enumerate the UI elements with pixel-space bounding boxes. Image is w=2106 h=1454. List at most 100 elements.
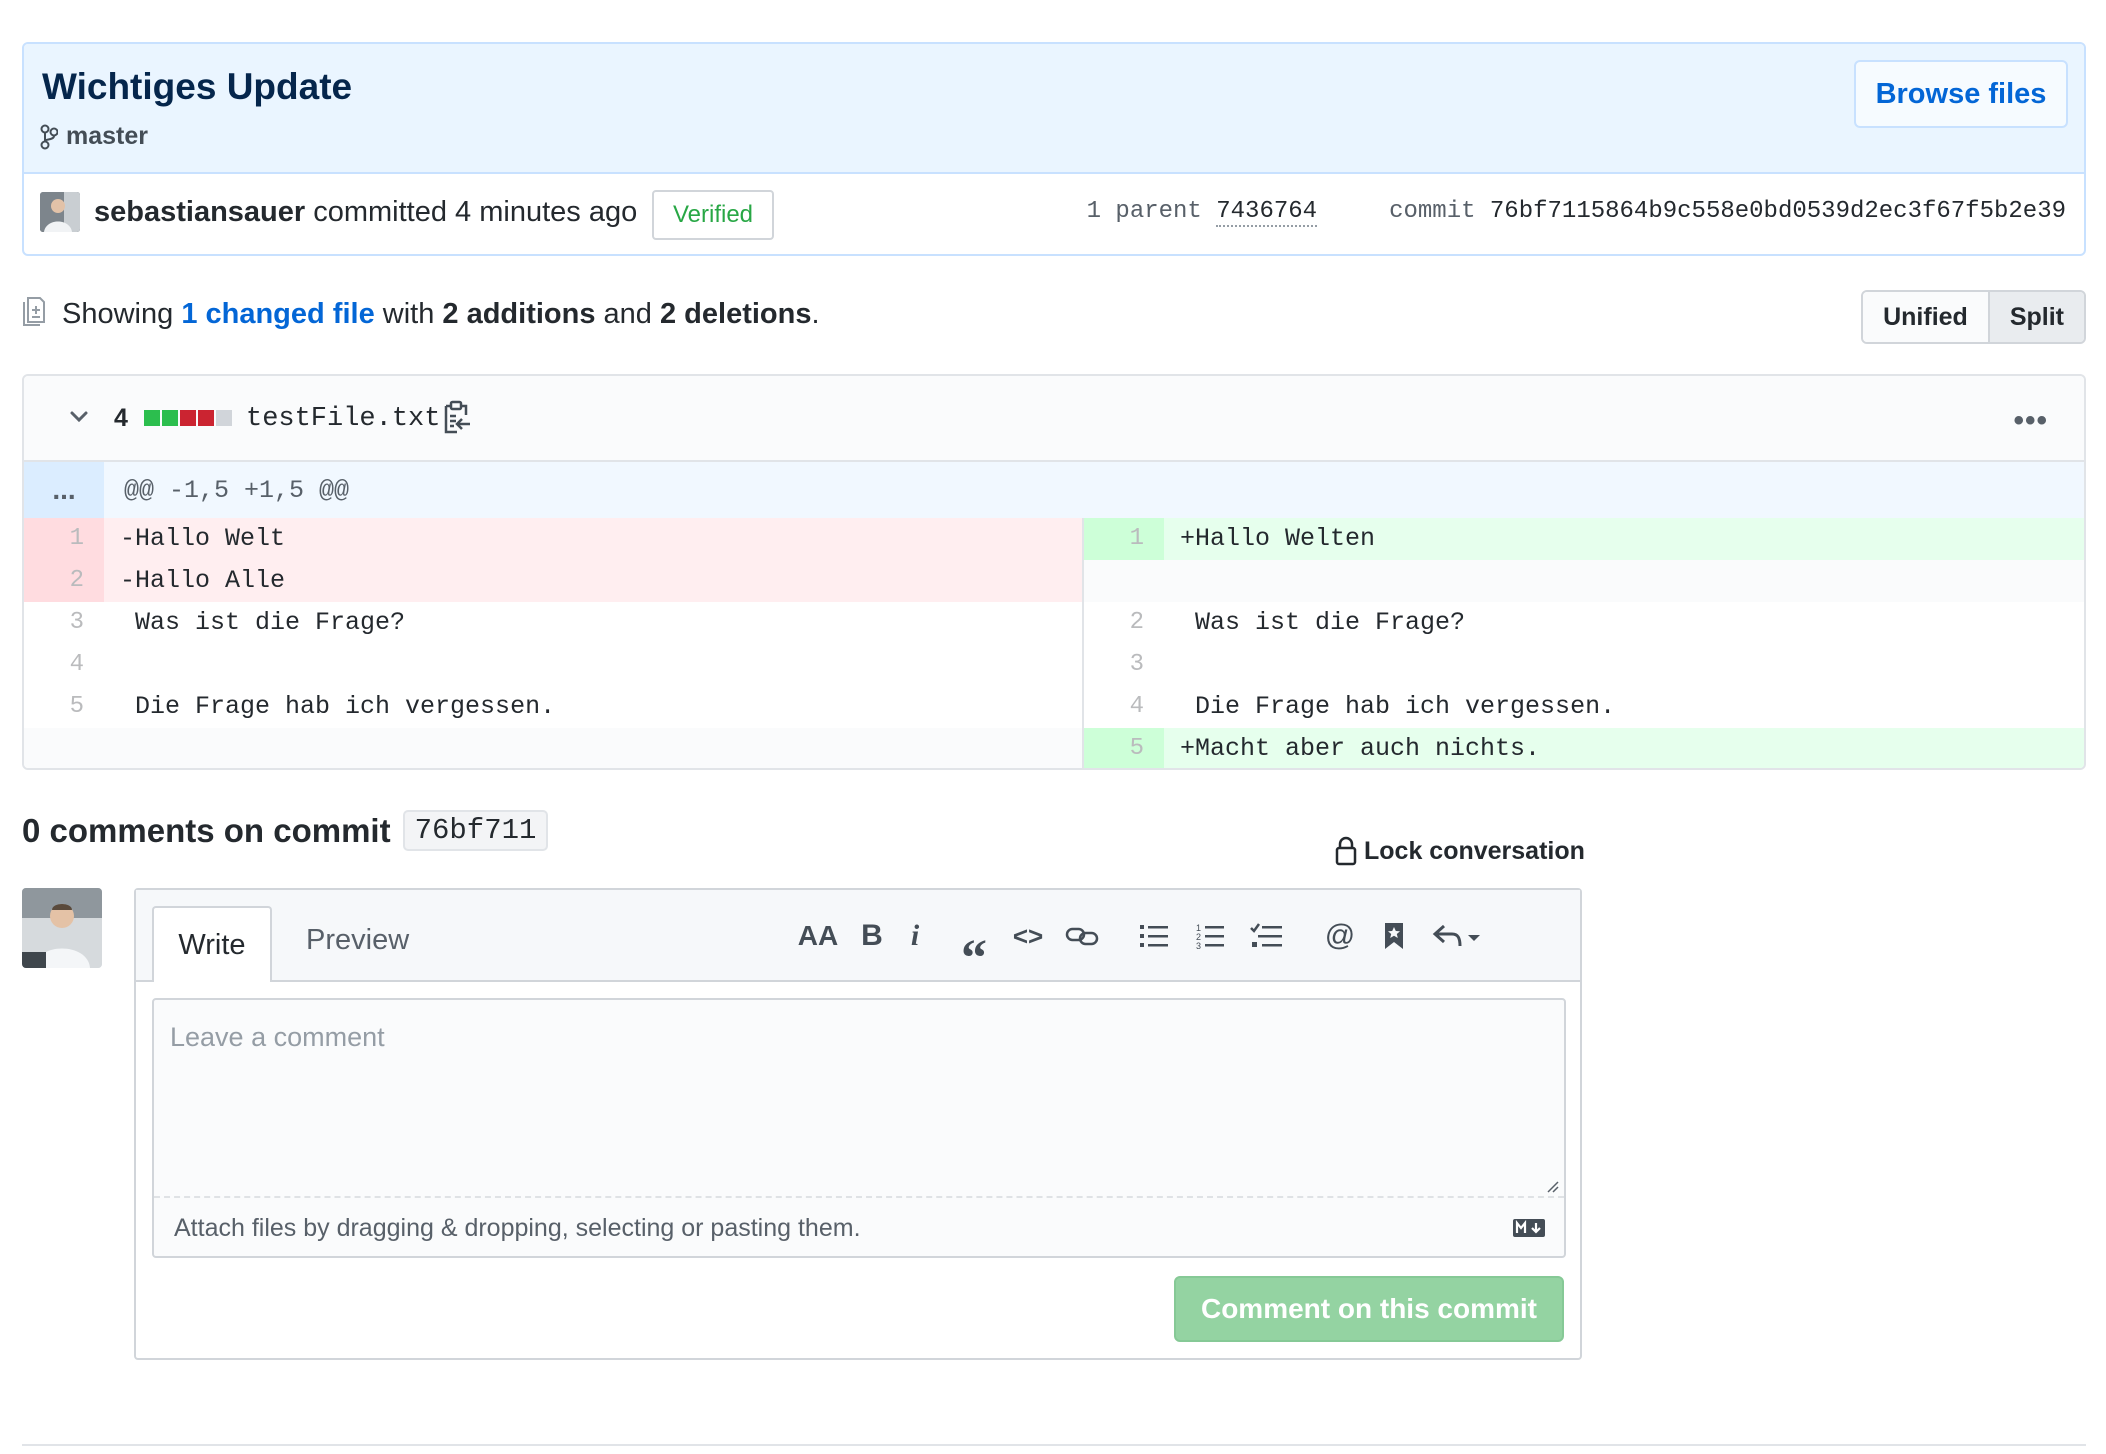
hunk-range: @@ -1,5 +1,5 @@: [124, 476, 350, 505]
author-line: sebastiansauer committed 4 minutes ago: [94, 196, 637, 229]
commit-label: commit: [1389, 198, 1476, 225]
diffstat-block: [180, 410, 196, 426]
left-code-line: -Hallo Alle: [104, 560, 1024, 602]
tab-write[interactable]: Write: [152, 906, 272, 982]
author-name[interactable]: sebastiansauer: [94, 196, 305, 228]
mention-icon[interactable]: @: [1320, 918, 1360, 954]
branch-label[interactable]: master: [40, 122, 148, 151]
comment-on-commit-button[interactable]: Comment on this commit: [1174, 1276, 1564, 1342]
comment-editor: Write Preview AA B i “ <> 123 @ Leave a …: [134, 888, 1582, 1360]
verified-badge[interactable]: Verified: [652, 190, 774, 240]
left-line-number[interactable]: [24, 728, 104, 768]
hunk-header: ... @@ -1,5 +1,5 @@: [24, 462, 2084, 518]
tab-preview[interactable]: Preview: [306, 924, 409, 957]
additions-count: 2 additions: [442, 298, 596, 330]
comment-textarea[interactable]: Leave a comment Attach files by dragging…: [152, 998, 1566, 1258]
right-line-number[interactable]: 5: [1084, 728, 1164, 768]
diffstat-count: 4: [114, 404, 128, 432]
split-gutter: [1024, 728, 1084, 768]
section-divider: [22, 1444, 2086, 1446]
copy-path-icon[interactable]: [442, 400, 472, 441]
left-code-line: Was ist die Frage?: [120, 608, 406, 637]
lock-icon: [1335, 836, 1357, 866]
browse-files-button[interactable]: Browse files: [1854, 60, 2068, 128]
split-gutter: [1024, 518, 1084, 560]
file-diff-icon: [22, 296, 46, 331]
diff-row: 1 -Hallo Welt 1 +Hallo Welten: [24, 518, 2084, 560]
commit-time: committed 4 minutes ago: [313, 196, 638, 228]
split-gutter: [1024, 686, 1084, 728]
markdown-icon[interactable]: [1512, 1218, 1546, 1243]
link-icon[interactable]: [1062, 918, 1102, 954]
split-gutter: [1024, 644, 1084, 686]
diff-row: 5 +Macht aber auch nichts.: [24, 728, 2084, 768]
split-gutter: [1024, 560, 1084, 602]
reply-dropdown-icon[interactable]: [1430, 918, 1486, 954]
right-line-number[interactable]: 1: [1084, 518, 1164, 560]
summary-period: .: [811, 298, 820, 330]
code-icon[interactable]: <>: [1008, 918, 1048, 954]
diff-summary: Showing 1 changed file with 2 additions …: [62, 298, 820, 331]
expand-hunk-button[interactable]: ...: [24, 462, 104, 518]
left-code-line: Die Frage hab ich vergessen.: [120, 692, 556, 721]
branch-icon: [40, 124, 58, 149]
numbered-list-icon[interactable]: 123: [1192, 918, 1228, 954]
branch-name: master: [66, 122, 148, 150]
diffstat-bar: [144, 410, 232, 426]
diff-file: 4 testFile.txt ••• ... @@ -1,5 +1,5 @@ 1…: [22, 374, 2086, 770]
right-line-number[interactable]: [1084, 560, 1164, 602]
task-list-icon[interactable]: [1246, 918, 1286, 954]
diffstat-block: [216, 410, 232, 426]
left-line-number[interactable]: 2: [24, 560, 104, 602]
right-code-line: [1164, 560, 2084, 602]
right-code-line: Was ist die Frage?: [1180, 608, 1466, 637]
summary-showing: Showing: [62, 298, 174, 330]
left-code-line: [104, 644, 1024, 686]
commit-box: Wichtiges Update master Browse files seb…: [22, 42, 2086, 256]
resize-handle-icon[interactable]: [1544, 1178, 1560, 1194]
comment-placeholder: Leave a comment: [170, 1022, 385, 1052]
parent-label: 1 parent: [1086, 198, 1202, 225]
left-line-number[interactable]: 5: [24, 686, 104, 728]
parent-sha-link[interactable]: 7436764: [1216, 198, 1318, 227]
split-view-button[interactable]: Split: [1987, 292, 2084, 342]
right-line-number[interactable]: 4: [1084, 686, 1164, 728]
left-line-number[interactable]: 4: [24, 644, 104, 686]
left-line-number[interactable]: 3: [24, 602, 104, 644]
author-avatar[interactable]: [40, 192, 80, 232]
commit-sha: 76bf7115864b9c558e0bd0539d2ec3f67f5b2e39: [1489, 198, 2066, 225]
current-user-avatar[interactable]: [22, 888, 102, 968]
lock-conversation-button[interactable]: Lock conversation: [1334, 836, 1585, 866]
summary-with: with: [382, 298, 435, 330]
left-code-line: [104, 728, 1024, 768]
diff-row: 2 -Hallo Alle: [24, 560, 2084, 602]
bold-icon[interactable]: B: [854, 918, 890, 954]
summary-and: and: [603, 298, 652, 330]
left-code-line: -Hallo Welt: [104, 518, 1024, 560]
commit-header: Wichtiges Update master Browse files: [24, 44, 2084, 174]
diffstat-block: [198, 410, 214, 426]
diff-row: 3 Was ist die Frage? 2 Was ist die Frage?: [24, 602, 2084, 644]
italic-icon[interactable]: i: [900, 918, 930, 954]
commit-meta: sebastiansauer committed 4 minutes ago V…: [24, 174, 2084, 254]
saved-reply-bookmark-icon[interactable]: [1376, 918, 1412, 954]
right-code-line: [1164, 644, 2084, 686]
right-line-number[interactable]: 3: [1084, 644, 1164, 686]
unified-view-button[interactable]: Unified: [1863, 292, 1988, 342]
chevron-down-icon[interactable]: [64, 402, 94, 437]
diffstat-block: [144, 410, 160, 426]
comments-count-title: 0 comments on commit: [22, 811, 391, 849]
commit-sha-pill: 76bf711: [402, 810, 549, 851]
right-code-line: +Hallo Welten: [1164, 518, 2084, 560]
file-name[interactable]: testFile.txt: [246, 404, 440, 434]
comments-heading: 0 comments on commit 76bf711: [22, 810, 549, 851]
changed-files-link[interactable]: 1 changed file: [181, 298, 374, 330]
attach-files-area[interactable]: Attach files by dragging & dropping, sel…: [154, 1196, 1564, 1258]
bulleted-list-icon[interactable]: [1136, 918, 1172, 954]
right-line-number[interactable]: 2: [1084, 602, 1164, 644]
quote-icon[interactable]: “: [954, 918, 994, 987]
heading-icon[interactable]: AA: [796, 918, 840, 954]
commit-shas: 1 parent 7436764 commit 76bf7115864b9c55…: [1086, 198, 2066, 227]
more-options-icon[interactable]: •••: [2013, 404, 2048, 438]
left-line-number[interactable]: 1: [24, 518, 104, 560]
